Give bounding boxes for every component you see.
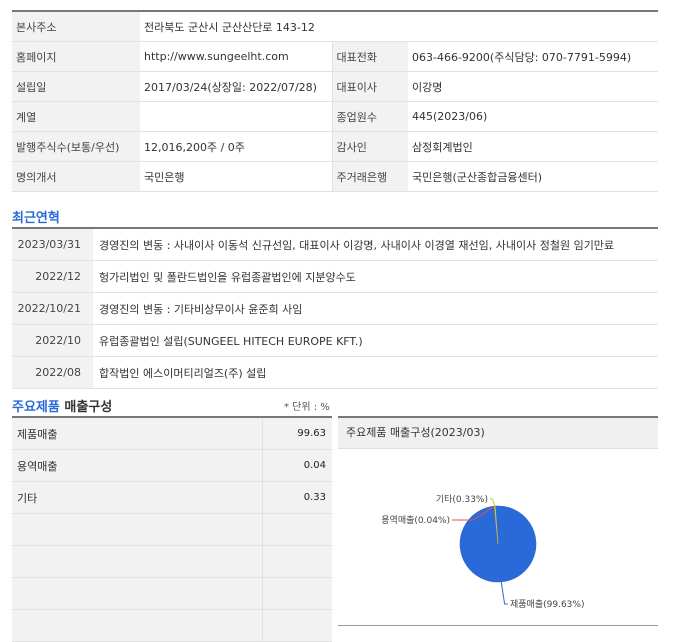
info-row-shares: 발행주식수(보통/우선) 12,016,200주 / 0주 감사인 삼정회계법인 bbox=[12, 131, 658, 162]
bank-label: 주거래은행 bbox=[331, 161, 408, 192]
pie-leader-line-3 bbox=[490, 498, 496, 507]
product-row: 기타 0.33 bbox=[12, 481, 332, 514]
shares-value: 12,016,200주 / 0주 bbox=[140, 131, 332, 162]
homepage-link[interactable]: http://www.sungeelht.com bbox=[140, 41, 332, 72]
history-date: 2022/10 bbox=[12, 324, 93, 357]
products-title-rest: 매출구성 bbox=[59, 400, 113, 415]
founded-label: 설립일 bbox=[12, 71, 140, 102]
hq-value: 전라북도 군산시 군산산단로 143-12 bbox=[140, 11, 658, 42]
info-row-homepage: 홈페이지 http://www.sungeelht.com 대표전화 063-4… bbox=[12, 41, 658, 72]
product-row: 용역매출 0.04 bbox=[12, 449, 332, 482]
product-row bbox=[12, 577, 332, 610]
product-name: 제품매출 bbox=[12, 417, 263, 450]
bank-value: 국민은행(군산종합금융센터) bbox=[408, 161, 658, 192]
history-event: 경영진의 변동 : 사내이사 이동석 신규선임, 대표이사 이강명, 사내이사 … bbox=[93, 228, 658, 261]
product-share bbox=[262, 513, 332, 546]
pie-leader-line-1 bbox=[500, 581, 508, 605]
product-row bbox=[12, 609, 332, 642]
chart-header: 주요제품 매출구성(2023/03) bbox=[338, 418, 658, 449]
info-row-hq: 본사주소 전라북도 군산시 군산산단로 143-12 bbox=[12, 11, 658, 42]
info-row-group: 계열 종업원수 445(2023/06) bbox=[12, 101, 658, 132]
history-event: 유럽종괄법인 설립(SUNGEEL HITECH EUROPE KFT.) bbox=[93, 324, 658, 357]
products-title: 주요제품 매출구성 bbox=[12, 396, 112, 415]
history-row: 2022/10/21 경영진의 변동 : 기타비상무이사 윤준희 사임 bbox=[12, 292, 658, 325]
founded-value: 2017/03/24(상장일: 2022/07/28) bbox=[140, 71, 332, 102]
history-row: 2022/12 헝가리법인 및 폴란드법인을 유럽종괄법인에 지분양수도 bbox=[12, 260, 658, 293]
history-table: 2023/03/31 경영진의 변동 : 사내이사 이동석 신규선임, 대표이사 … bbox=[12, 227, 658, 389]
phone-value: 063-466-9200(주식담당: 070-7791-5994) bbox=[408, 41, 658, 72]
pie-label-1: 제품매출(99.63%) bbox=[510, 599, 584, 610]
history-event: 합작법인 에스이머티리얼즈(주) 설립 bbox=[93, 356, 658, 389]
product-row bbox=[12, 545, 332, 578]
sales-pie-chart: 제품매출(99.63%) 용역매출(0.04%) 기타(0.33%) bbox=[381, 494, 584, 610]
history-row: 2023/03/31 경영진의 변동 : 사내이사 이동석 신규선임, 대표이사 … bbox=[12, 228, 658, 261]
product-name: 기타 bbox=[12, 481, 263, 514]
products-title-highlight: 주요제품 bbox=[12, 400, 60, 415]
product-name bbox=[12, 513, 263, 546]
unit-note: * 단위 : % bbox=[284, 402, 330, 413]
history-date: 2022/12 bbox=[12, 260, 93, 293]
transfer-value: 국민은행 bbox=[140, 161, 332, 192]
pie-label-3: 기타(0.33%) bbox=[436, 494, 488, 505]
company-info-table: 본사주소 전라북도 군산시 군산산단로 143-12 홈페이지 http://w… bbox=[12, 10, 658, 192]
history-date: 2023/03/31 bbox=[12, 228, 93, 261]
employees-value: 445(2023/06) bbox=[408, 101, 658, 132]
products-table: 제품매출 99.63 용역매출 0.04 기타 0.33 bbox=[12, 416, 332, 642]
history-date: 2022/10/21 bbox=[12, 292, 93, 325]
product-share bbox=[262, 545, 332, 578]
sales-chart-panel: 주요제품 매출구성(2023/03) 제품매출(99.63%) 용역매출(0.04… bbox=[338, 416, 658, 626]
product-share bbox=[262, 577, 332, 610]
product-share: 0.04 bbox=[262, 449, 332, 482]
history-row: 2022/10 유럽종괄법인 설립(SUNGEEL HITECH EUROPE K… bbox=[12, 324, 658, 357]
phone-label: 대표전화 bbox=[331, 41, 408, 72]
history-title: 최근연혁 bbox=[12, 211, 60, 226]
ceo-value: 이강명 bbox=[408, 71, 658, 102]
shares-label: 발행주식수(보통/우선) bbox=[12, 131, 140, 162]
product-name bbox=[12, 609, 263, 642]
info-row-founded: 설립일 2017/03/24(상장일: 2022/07/28) 대표이사 이강명 bbox=[12, 71, 658, 102]
history-row: 2022/08 합작법인 에스이머티리얼즈(주) 설립 bbox=[12, 356, 658, 389]
homepage-label: 홈페이지 bbox=[12, 41, 140, 72]
auditor-label: 감사인 bbox=[331, 131, 408, 162]
auditor-value: 삼정회계법인 bbox=[408, 131, 658, 162]
group-value bbox=[140, 101, 332, 132]
product-row: 제품매출 99.63 bbox=[12, 417, 332, 450]
product-name bbox=[12, 545, 263, 578]
transfer-label: 명의개서 bbox=[12, 161, 140, 192]
info-row-transfer: 명의개서 국민은행 주거래은행 국민은행(군산종합금융센터) bbox=[12, 161, 658, 192]
group-label: 계열 bbox=[12, 101, 140, 132]
product-name bbox=[12, 577, 263, 610]
history-event: 헝가리법인 및 폴란드법인을 유럽종괄법인에 지분양수도 bbox=[93, 260, 658, 293]
product-share: 0.33 bbox=[262, 481, 332, 514]
history-event: 경영진의 변동 : 기타비상무이사 윤준희 사임 bbox=[93, 292, 658, 325]
ceo-label: 대표이사 bbox=[331, 71, 408, 102]
history-date: 2022/08 bbox=[12, 356, 93, 389]
employees-label: 종업원수 bbox=[331, 101, 408, 132]
product-row bbox=[12, 513, 332, 546]
product-name: 용역매출 bbox=[12, 449, 263, 482]
product-share: 99.63 bbox=[262, 417, 332, 450]
product-share bbox=[262, 609, 332, 642]
pie-label-2: 용역매출(0.04%) bbox=[381, 515, 450, 526]
hq-label: 본사주소 bbox=[12, 11, 140, 42]
